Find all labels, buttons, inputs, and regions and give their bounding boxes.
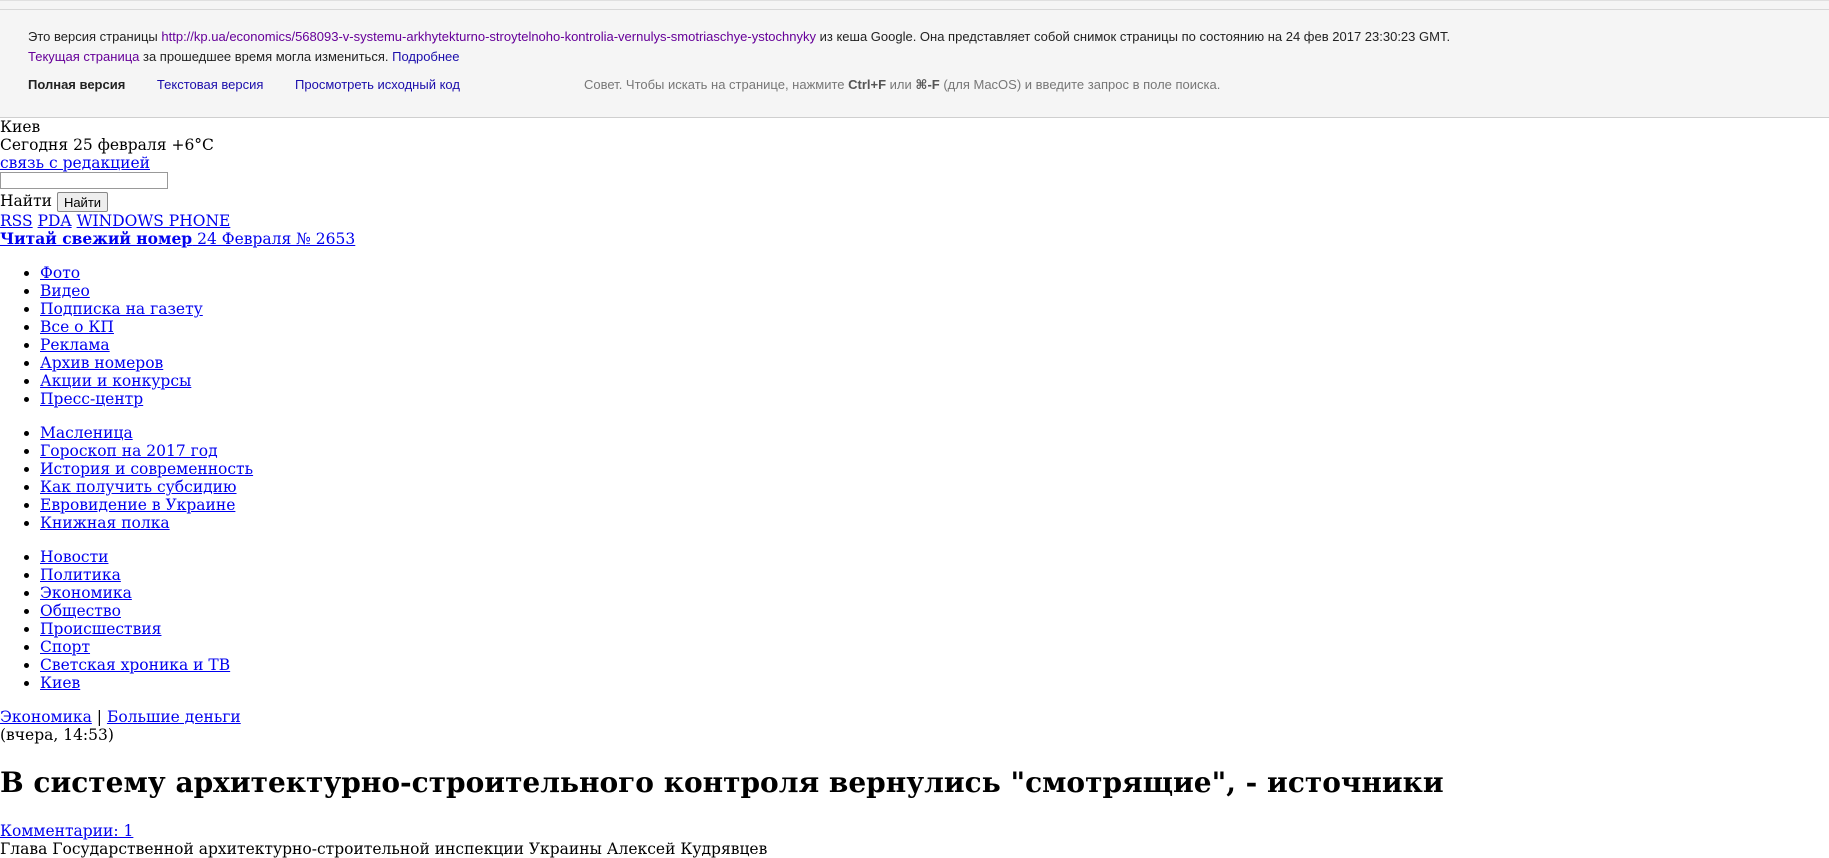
list-item: Общество [40,602,1829,620]
fresh-issue-date: 24 Февраля № 2653 [192,230,356,248]
windows-phone-link[interactable]: WINDOWS PHONE [77,212,231,230]
list-item: Евровидение в Украине [40,496,1829,514]
google-cache-banner: Это версия страницы http://kp.ua/economi… [0,0,1829,118]
search-tip: Совет. Чтобы искать на странице, нажмите… [584,77,1220,93]
rss-link[interactable]: RSS [0,212,33,230]
current-page-link[interactable]: Текущая страница [28,49,139,64]
nav-link-advertising[interactable]: Реклама [40,336,110,354]
list-item: Экономика [40,584,1829,602]
nav-link-photo[interactable]: Фото [40,264,80,282]
search-label: Найти [0,192,52,210]
topic-link-horoscope[interactable]: Гороскоп на 2017 год [40,442,218,460]
cache-notice-line: Это версия страницы http://kp.ua/economi… [28,29,1450,44]
article-title: В систему архитектурно-строительного кон… [0,766,1444,799]
weather-text: Сегодня 25 февраля +6°C [0,136,214,154]
text-version-link[interactable]: Текстовая версия [157,77,263,92]
fresh-issue-label: Читай свежий номер [0,229,193,248]
list-item: Новости [40,548,1829,566]
pda-link[interactable]: PDA [38,212,72,230]
comments-link[interactable]: Комментарии: 1 [0,822,133,840]
search-button[interactable]: Найти [56,192,109,212]
list-item: Гороскоп на 2017 год [40,442,1829,460]
nav-link-archive[interactable]: Архив номеров [40,354,163,372]
nav-link-video[interactable]: Видео [40,282,90,300]
topic-link-maslenitsa[interactable]: Масленица [40,424,133,442]
cached-page-body: Киев Сегодня 25 февраля +6°C связь с ред… [0,118,1829,858]
list-item: Подписка на газету [40,300,1829,318]
breadcrumb-separator: | [91,708,107,726]
list-item: Пресс-центр [40,390,1829,408]
tip-mid: или [886,77,916,92]
section-link-news[interactable]: Новости [40,548,109,566]
platform-links: RSS PDA WINDOWS PHONE [0,212,1829,230]
topic-link-history[interactable]: История и современность [40,460,253,478]
list-item: История и современность [40,460,1829,478]
cache-notice-suffix: из кеша Google. Она представляет собой с… [816,29,1451,44]
list-item: Происшествия [40,620,1829,638]
list-item: Спорт [40,638,1829,656]
cache-version-links: Полная версия Текстовая версия Просмотре… [28,77,488,92]
list-item: Реклама [40,336,1829,354]
list-item: Акции и конкурсы [40,372,1829,390]
list-item: Как получить субсидию [40,478,1829,496]
tip-key-ctrl-f: Ctrl+F [848,77,887,92]
section-link-incidents[interactable]: Происшествия [40,620,161,638]
service-nav: Фото Видео Подписка на газету Все о КП Р… [0,264,1829,408]
article-time: (вчера, 14:53) [0,726,114,744]
view-source-link[interactable]: Просмотреть исходный код [295,77,460,92]
contact-editorial-link[interactable]: связь с редакцией [0,154,150,172]
banner-top-divider [0,1,1829,10]
tip-suffix: (для MacOS) и введите запрос в поле поис… [939,77,1221,92]
section-link-celebrity-tv[interactable]: Светская хроника и ТВ [40,656,230,674]
more-info-link[interactable]: Подробнее [392,49,459,64]
tip-key-cmd-f: ⌘-F [915,77,940,92]
changed-text: за прошедшее время могла измениться. [139,49,393,64]
topic-link-bookshelf[interactable]: Книжная полка [40,514,170,532]
section-link-politics[interactable]: Политика [40,566,121,584]
nav-link-press-center[interactable]: Пресс-центр [40,390,143,408]
list-item: Киев [40,674,1829,692]
city-label: Киев [0,118,41,136]
nav-link-subscription[interactable]: Подписка на газету [40,300,203,318]
breadcrumb-economics[interactable]: Экономика [0,708,92,726]
nav-link-about[interactable]: Все о КП [40,318,114,336]
list-item: Все о КП [40,318,1829,336]
site-search-input[interactable] [0,172,168,189]
section-link-sport[interactable]: Спорт [40,638,90,656]
list-item: Фото [40,264,1829,282]
list-item: Светская хроника и ТВ [40,656,1829,674]
sections-nav: Новости Политика Экономика Общество Прои… [0,548,1829,692]
fresh-issue-link[interactable]: Читай свежий номер 24 Февраля № 2653 [0,229,356,249]
cache-change-line: Текущая страница за прошедшее время могл… [28,49,460,64]
list-item: Масленица [40,424,1829,442]
photo-caption: Глава Государственной архитектурно-строи… [0,840,768,858]
list-item: Архив номеров [40,354,1829,372]
section-link-kyiv[interactable]: Киев [40,674,80,692]
breadcrumb: Экономика | Большие деньги [0,708,1829,726]
section-link-society[interactable]: Общество [40,602,121,620]
list-item: Книжная полка [40,514,1829,532]
topic-link-subsidy[interactable]: Как получить субсидию [40,478,237,496]
tip-prefix: Совет. Чтобы искать на странице, нажмите [584,77,849,92]
cached-url-link[interactable]: http://kp.ua/economics/568093-v-systemu-… [161,29,816,44]
list-item: Видео [40,282,1829,300]
breadcrumb-big-money[interactable]: Большие деньги [107,708,241,726]
topic-link-eurovision[interactable]: Евровидение в Украине [40,496,235,514]
section-link-economics[interactable]: Экономика [40,584,132,602]
special-topics-nav: Масленица Гороскоп на 2017 год История и… [0,424,1829,532]
list-item: Политика [40,566,1829,584]
cache-notice-prefix: Это версия страницы [28,29,162,44]
nav-link-promotions[interactable]: Акции и конкурсы [40,372,191,390]
full-version-label: Полная версия [28,77,126,92]
